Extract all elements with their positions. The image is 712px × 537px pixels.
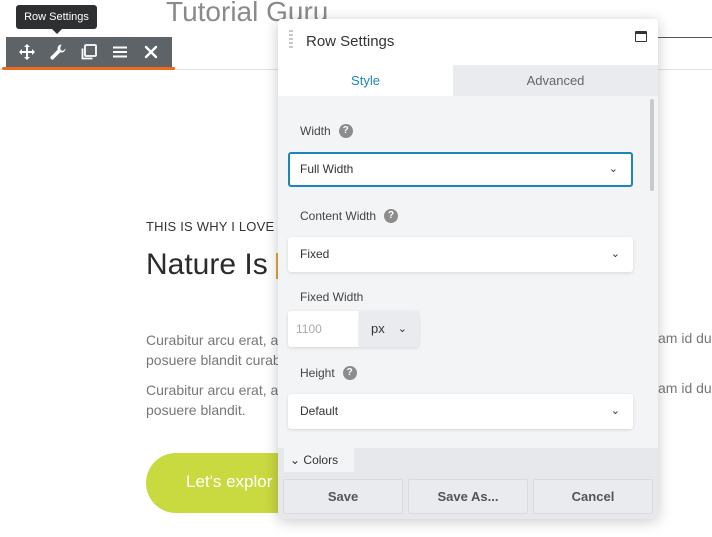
move-icon[interactable] <box>11 37 42 67</box>
paragraph-2-line-2: posuere blandit. <box>146 402 246 418</box>
paragraph-1-line-1-end: am id dui <box>658 330 712 346</box>
chevron-down-icon: ⌄ <box>608 163 618 175</box>
fixed-width-unit-select[interactable]: px ⌄ <box>359 311 419 347</box>
section-eyebrow: THIS IS WHY I LOVE <box>146 219 275 234</box>
dialog-header[interactable]: Row Settings <box>278 19 658 65</box>
paragraph-1-line-1: Curabitur arcu erat, a <box>146 332 279 348</box>
save-as-button[interactable]: Save As... <box>408 479 528 514</box>
width-select[interactable]: Full Width ⌄ <box>288 152 633 187</box>
width-label-text: Width <box>300 124 331 138</box>
maximize-icon[interactable] <box>635 31 647 42</box>
height-label-text: Height <box>300 366 335 380</box>
tab-style[interactable]: Style <box>278 65 453 96</box>
height-select[interactable]: Default ⌄ <box>288 394 633 429</box>
unit-value: px <box>371 321 385 336</box>
paragraph-2-line-1-end: am id dui <box>658 380 712 396</box>
menu-icon[interactable] <box>104 37 135 67</box>
height-label: Height ? <box>300 366 357 380</box>
content-width-label-text: Content Width <box>300 209 377 223</box>
page: Tutorial Guru THIS IS WHY I LOVE Nature … <box>0 0 712 537</box>
row-settings-tooltip: Row Settings <box>16 5 97 34</box>
row-toolbar <box>6 37 172 67</box>
cancel-button[interactable]: Cancel <box>533 479 653 514</box>
chevron-down-icon: ⌄ <box>610 248 620 260</box>
width-select-value: Full Width <box>300 162 354 176</box>
chevron-down-icon: ⌄ <box>290 453 301 467</box>
help-icon[interactable]: ? <box>342 366 357 380</box>
chevron-down-icon: ⌄ <box>397 323 407 335</box>
fixed-width-label: Fixed Width <box>300 290 363 304</box>
row-highlight-bar <box>2 67 175 70</box>
row-settings-dialog: Row Settings Style Advanced Width ? Full… <box>278 19 658 519</box>
height-select-value: Default <box>300 404 339 418</box>
chevron-down-icon: ⌄ <box>610 405 620 417</box>
cta-label: Let's explor <box>186 472 273 491</box>
fixed-width-input[interactable]: 1100 <box>288 311 359 347</box>
scrollbar[interactable] <box>650 99 654 191</box>
dialog-title: Row Settings <box>306 33 395 50</box>
help-icon[interactable]: ? <box>338 124 353 138</box>
colors-section-label: Colors <box>303 453 339 467</box>
content-width-select[interactable]: Fixed ⌄ <box>288 237 633 272</box>
fixed-width-label-text: Fixed Width <box>300 290 364 304</box>
wrench-icon[interactable] <box>42 37 73 67</box>
content-width-select-value: Fixed <box>300 247 330 261</box>
duplicate-icon[interactable] <box>73 37 104 67</box>
section-headline: Nature Is <box>146 248 268 281</box>
close-icon[interactable] <box>135 37 166 67</box>
dialog-tabs: Style Advanced <box>278 65 658 96</box>
paragraph-2-line-1: Curabitur arcu erat, a <box>146 382 279 398</box>
drag-handle-icon[interactable] <box>289 30 293 52</box>
content-width-label: Content Width ? <box>300 209 399 223</box>
save-button[interactable]: Save <box>283 479 403 514</box>
tab-advanced[interactable]: Advanced <box>453 65 658 96</box>
help-icon[interactable]: ? <box>384 209 399 223</box>
width-label: Width ? <box>300 124 353 138</box>
colors-section-toggle[interactable]: ⌄ Colors <box>284 448 354 472</box>
paragraph-1-line-2: posuere blandit curab <box>146 352 281 368</box>
